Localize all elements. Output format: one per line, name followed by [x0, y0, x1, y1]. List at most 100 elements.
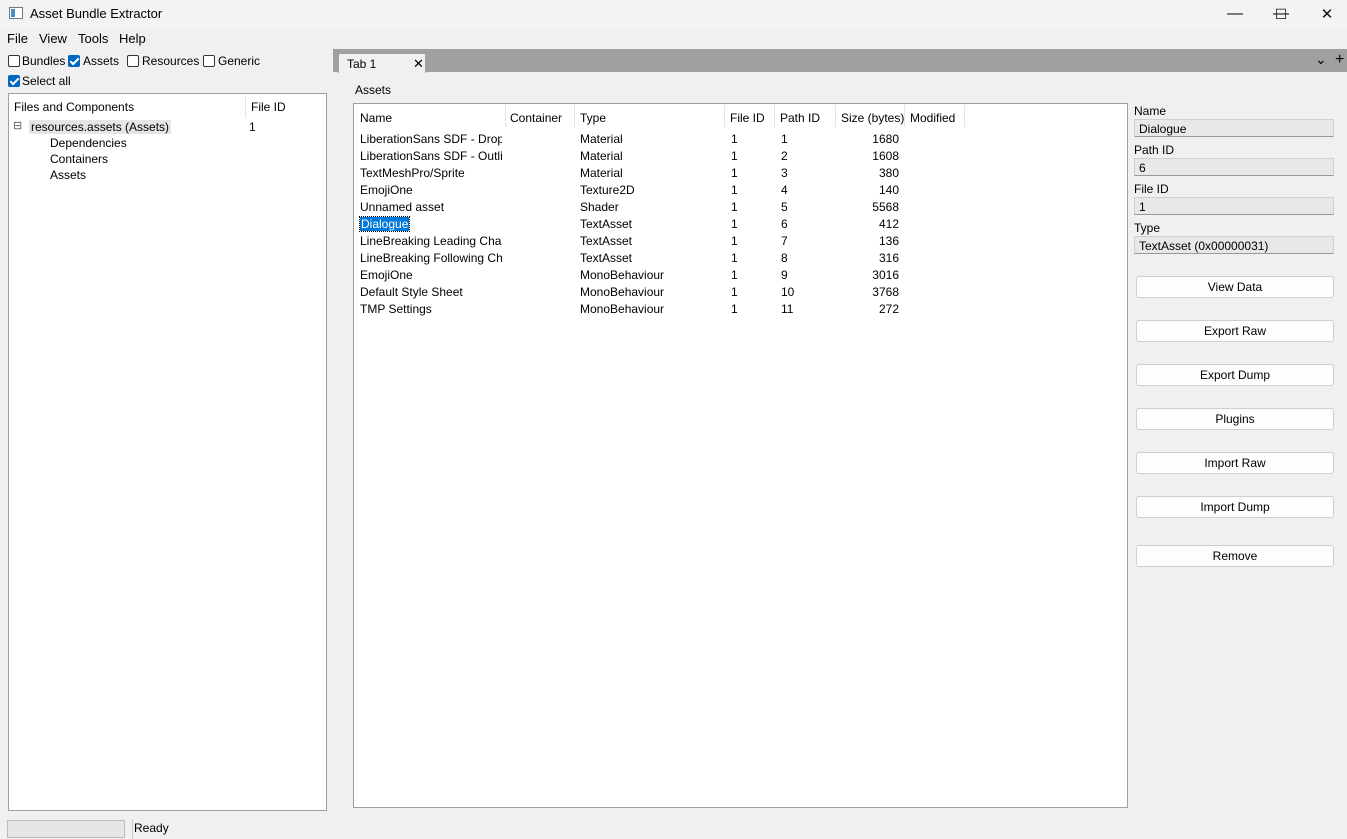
table-row[interactable]: LiberationSans SDF - Outline Material 1 2 16…: [354, 147, 1127, 164]
cell-name: Dialogue: [358, 216, 502, 232]
cell-file-id: 1: [731, 183, 738, 197]
cell-path-id: 3: [781, 166, 788, 180]
column-type[interactable]: Type: [580, 111, 606, 125]
table-row[interactable]: Dialogue TextAsset 1 6 412: [354, 215, 1127, 232]
asset-table[interactable]: Name Container Type File ID Path ID Size…: [353, 103, 1128, 808]
type-field[interactable]: TextAsset (0x00000031): [1134, 236, 1334, 254]
column-file-id[interactable]: File ID: [730, 111, 765, 125]
files-tree[interactable]: Files and Components File ID ⊟ resources…: [8, 93, 327, 811]
file-id-field[interactable]: 1: [1134, 197, 1334, 215]
menu-view[interactable]: View: [39, 31, 67, 46]
cell-size: 136: [878, 234, 899, 248]
cell-size: 272: [878, 302, 899, 316]
table-row[interactable]: EmojiOne MonoBehaviour 1 9 3016: [354, 266, 1127, 283]
cell-name: EmojiOne: [360, 183, 413, 197]
column-name[interactable]: Name: [360, 111, 392, 125]
column-container[interactable]: Container: [510, 111, 562, 125]
resources-checkbox[interactable]: [127, 55, 139, 67]
add-tab-icon[interactable]: +: [1335, 51, 1344, 69]
cell-file-id: 1: [731, 200, 738, 214]
assets-checkbox[interactable]: [68, 55, 80, 67]
path-id-value: 6: [1139, 161, 1146, 175]
collapse-icon[interactable]: ⊟: [13, 119, 22, 132]
file-id-label: File ID: [1134, 182, 1169, 196]
table-row[interactable]: TextMeshPro/Sprite Material 1 3 380: [354, 164, 1127, 181]
bundles-checkbox[interactable]: [8, 55, 20, 67]
export-raw-button[interactable]: Export Raw: [1136, 320, 1334, 342]
import-dump-button[interactable]: Import Dump: [1136, 496, 1334, 518]
cell-file-id: 1: [731, 302, 738, 316]
generic-checkbox[interactable]: [203, 55, 215, 67]
cell-name: TMP Settings: [360, 302, 432, 316]
remove-button[interactable]: Remove: [1136, 545, 1334, 567]
cell-file-id: 1: [731, 217, 738, 231]
cell-path-id: 10: [781, 285, 795, 299]
table-row[interactable]: LineBreaking Following Cha... TextAsset 1 8…: [354, 249, 1127, 266]
cell-path-id: 6: [781, 217, 788, 231]
assets-label: Assets: [83, 54, 120, 68]
tab-list-dropdown-icon[interactable]: ⌄: [1315, 51, 1327, 68]
import-raw-button[interactable]: Import Raw: [1136, 452, 1334, 474]
column-size[interactable]: Size (bytes): [841, 111, 904, 125]
column-modified[interactable]: Modified: [910, 111, 955, 125]
tab-1[interactable]: Tab 1 ✕: [338, 53, 426, 73]
bundles-label: Bundles: [22, 54, 66, 68]
cell-type: Material: [580, 149, 623, 163]
select-all-label: Select all: [22, 74, 71, 88]
table-row[interactable]: TMP Settings MonoBehaviour 1 11 272: [354, 300, 1127, 317]
cell-file-id: 1: [731, 251, 738, 265]
cell-path-id: 9: [781, 268, 788, 282]
cell-type: MonoBehaviour: [580, 268, 665, 282]
cell-size: 316: [878, 251, 899, 265]
cell-type: TextAsset: [580, 217, 633, 231]
tree-root-item[interactable]: resources.assets (Assets): [29, 120, 172, 134]
tree-header-file-id[interactable]: File ID: [251, 100, 286, 114]
cell-file-id: 1: [731, 285, 738, 299]
tree-item-containers[interactable]: Containers: [50, 152, 108, 166]
cell-path-id: 11: [781, 302, 794, 316]
menu-help[interactable]: Help: [119, 31, 146, 46]
tab-1-label: Tab 1: [347, 57, 377, 71]
cell-path-id: 1: [781, 132, 788, 146]
cell-size: 3768: [872, 285, 899, 299]
name-field[interactable]: Dialogue: [1134, 119, 1334, 137]
cell-type: Shader: [580, 200, 619, 214]
select-all-checkbox[interactable]: [8, 75, 20, 87]
column-path-id[interactable]: Path ID: [780, 111, 820, 125]
path-id-field[interactable]: 6: [1134, 158, 1334, 176]
cell-type: MonoBehaviour: [580, 285, 665, 299]
cell-file-id: 1: [731, 166, 738, 180]
type-label: Type: [1134, 221, 1161, 235]
app-icon: [9, 7, 23, 19]
cell-path-id: 7: [781, 234, 788, 248]
plugins-button[interactable]: Plugins: [1136, 408, 1334, 430]
menu-file[interactable]: File: [7, 31, 28, 46]
resources-label: Resources: [142, 54, 200, 68]
menu-tools[interactable]: Tools: [78, 31, 108, 46]
status-divider: [132, 819, 133, 839]
cell-file-id: 1: [731, 132, 738, 146]
tree-item-assets[interactable]: Assets: [50, 168, 86, 182]
maximize-button[interactable]: ☐: [1258, 0, 1304, 28]
cell-name: LiberationSans SDF - Outline: [360, 149, 502, 163]
cell-file-id: 1: [731, 149, 738, 163]
cell-path-id: 2: [781, 149, 788, 163]
tree-item-dependencies[interactable]: Dependencies: [50, 136, 127, 150]
cell-path-id: 4: [781, 183, 788, 197]
tab-close-icon[interactable]: ✕: [413, 56, 424, 72]
view-data-button[interactable]: View Data: [1136, 276, 1334, 298]
table-row[interactable]: Unnamed asset Shader 1 5 5568: [354, 198, 1127, 215]
table-row[interactable]: EmojiOne Texture2D 1 4 140: [354, 181, 1127, 198]
cell-name: TextMeshPro/Sprite: [360, 166, 465, 180]
path-id-label: Path ID: [1134, 143, 1175, 157]
tree-header-files[interactable]: Files and Components: [14, 100, 134, 114]
tab-strip: [333, 49, 1347, 72]
minimize-button[interactable]: —: [1212, 0, 1258, 28]
name-label: Name: [1134, 104, 1167, 118]
table-row[interactable]: Default Style Sheet MonoBehaviour 1 10 3768: [354, 283, 1127, 300]
export-dump-button[interactable]: Export Dump: [1136, 364, 1334, 386]
table-row[interactable]: LiberationSans SDF - Drop ... Material 1 1 1…: [354, 130, 1127, 147]
table-row[interactable]: LineBreaking Leading Char... TextAsset 1 7 1…: [354, 232, 1127, 249]
close-window-button[interactable]: ✕: [1304, 0, 1347, 28]
type-value: TextAsset (0x00000031): [1139, 239, 1269, 253]
